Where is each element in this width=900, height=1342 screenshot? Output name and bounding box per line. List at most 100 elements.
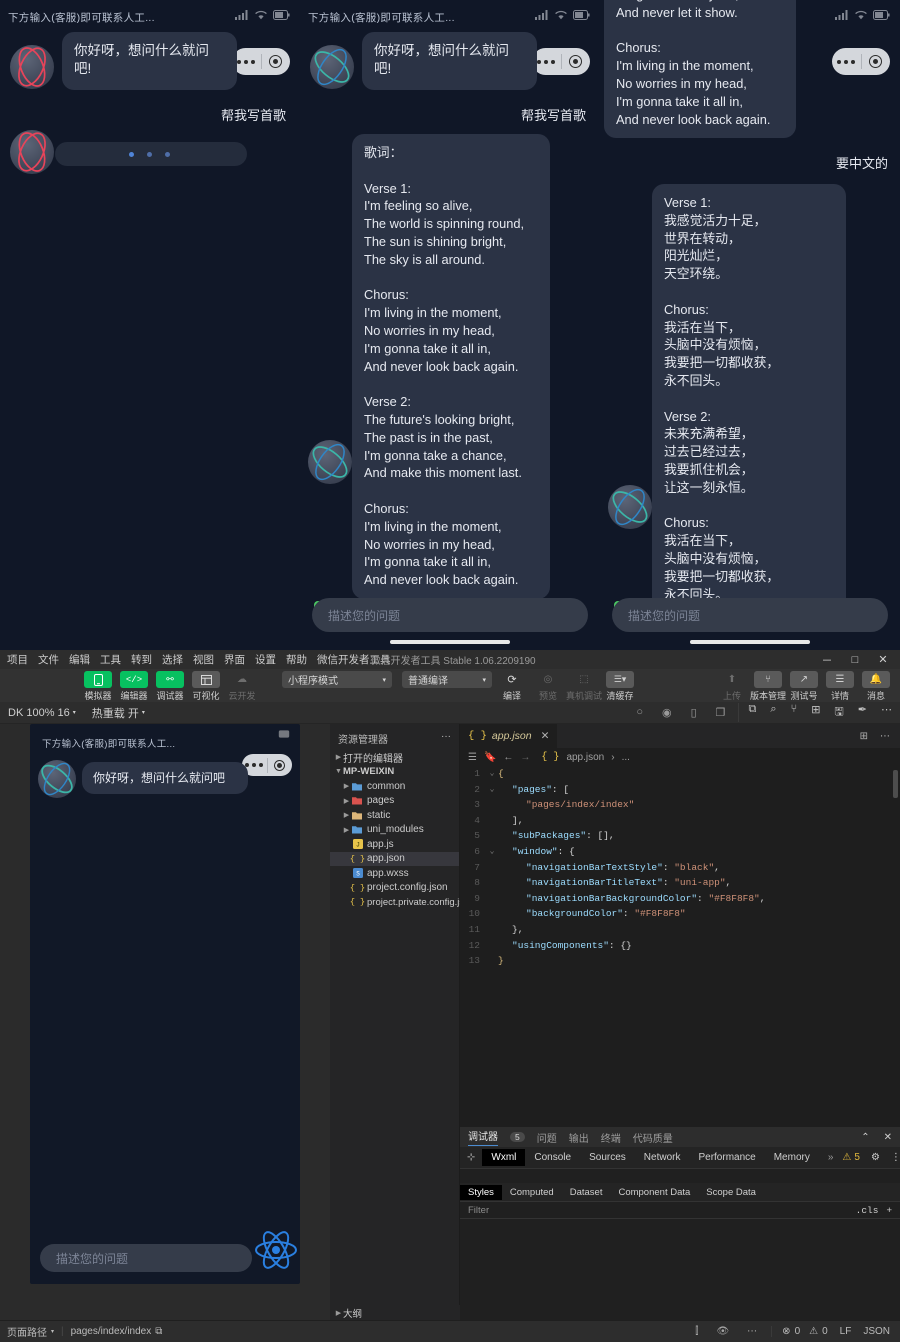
close-target-icon[interactable] — [562, 55, 591, 68]
simulator-screen[interactable]: 23:22 下方输入(客服)即可联系人工... 你好呀，想问什么就问吧 描述您的… — [30, 724, 300, 1284]
outline-section[interactable]: ▶ 大纲 — [330, 1305, 460, 1320]
menu-item-1[interactable]: 文件 — [38, 652, 59, 667]
menu-item-10[interactable]: 微信开发者工具 — [317, 652, 391, 667]
fold-toggle-icon[interactable]: ⌄ — [486, 766, 498, 782]
close-panel-icon[interactable]: ✕ — [884, 1132, 892, 1143]
explorer-icon[interactable]: ⧉ — [749, 703, 757, 722]
close-target-icon[interactable] — [262, 55, 291, 68]
panel-tab-output[interactable]: 输出 — [569, 1130, 589, 1145]
phone2-capsule-menu[interactable] — [532, 48, 590, 75]
toolbar-upload-button[interactable]: ⬆ 上传 — [716, 671, 748, 702]
file-item-pages[interactable]: ▶ pages — [330, 794, 459, 809]
panel-tab-problems[interactable]: 问题 — [537, 1130, 557, 1145]
toolbar-version-button[interactable]: ⑂ 版本管理 — [752, 671, 784, 702]
panel-tab-code-quality[interactable]: 代码质量 — [633, 1130, 673, 1145]
menu-item-0[interactable]: 项目 — [7, 652, 28, 667]
style-tab-dataset[interactable]: Dataset — [562, 1185, 611, 1200]
add-rule-button[interactable]: + — [886, 1205, 892, 1216]
devtools-tab-network[interactable]: Network — [635, 1149, 690, 1166]
toolbar-details-button[interactable]: ☰ 详情 — [824, 671, 856, 702]
devtools-more-icon[interactable]: ⋮ — [891, 1152, 900, 1163]
breadcrumb-file[interactable]: app.json — [566, 752, 604, 763]
eye-icon[interactable]: 👁 — [716, 1326, 729, 1337]
file-item-app-wxss[interactable]: S app.wxss — [330, 866, 459, 881]
device-rotate-icon[interactable]: ▯ — [691, 706, 697, 719]
toolbar-realdevice-button[interactable]: ⬚ 真机调试 — [568, 671, 600, 702]
toolbar-visual-button[interactable]: 可视化 — [190, 671, 222, 702]
file-item-project-config[interactable]: { } project.config.json — [330, 881, 459, 896]
file-item-app-js[interactable]: J app.js — [330, 837, 459, 852]
close-target-icon[interactable] — [268, 760, 293, 771]
code-content[interactable]: 1⌄{2⌄"pages": [3"pages/index/index"4],5"… — [460, 766, 900, 1179]
toolbar-preview-button[interactable]: ◎ 预览 — [532, 671, 564, 702]
copy-icon[interactable]: ⧉ — [155, 1326, 162, 1337]
fold-toggle-icon[interactable]: ⌄ — [486, 844, 498, 860]
style-tab-computed[interactable]: Computed — [502, 1185, 562, 1200]
warning-icon[interactable]: ⚠ — [809, 1326, 818, 1337]
menu-item-5[interactable]: 选择 — [162, 652, 183, 667]
menu-item-2[interactable]: 编辑 — [69, 652, 90, 667]
filter-input[interactable]: Filter — [468, 1205, 489, 1216]
phone3-input[interactable]: 描述您的问题 — [612, 598, 888, 632]
bookmark-icon[interactable]: 🔖 — [484, 752, 496, 763]
error-icon[interactable]: ⊗ — [782, 1326, 790, 1337]
editor-scrollbar[interactable] — [893, 770, 898, 798]
menu-item-4[interactable]: 转到 — [131, 652, 152, 667]
more-actions-icon[interactable]: ⋯ — [880, 731, 890, 742]
source-control-icon[interactable]: ⑂ — [791, 703, 798, 722]
devtools-tab-wxml[interactable]: Wxml — [482, 1149, 525, 1166]
phone3-capsule-menu[interactable] — [832, 48, 890, 75]
language-indicator[interactable]: JSON — [863, 1326, 890, 1337]
style-tab-component-data[interactable]: Component Data — [610, 1185, 698, 1200]
phone2-input[interactable]: 描述您的问题 — [312, 598, 588, 632]
collapse-panel-icon[interactable]: ⌃ — [861, 1132, 869, 1143]
page-path-selector[interactable]: 页面路径 ▾ — [0, 1324, 61, 1339]
eol-indicator[interactable]: LF — [840, 1326, 852, 1337]
save-icon[interactable]: 🖫 — [834, 703, 843, 722]
inspect-element-icon[interactable]: ⊹ — [460, 1152, 482, 1163]
minimize-button[interactable]: － — [814, 651, 840, 669]
toolbar-cloud-button[interactable]: ☁ 云开发 — [226, 671, 258, 702]
sim-capsule-menu[interactable] — [242, 754, 292, 776]
page-path-value-group[interactable]: pages/index/index ⧉ — [64, 1326, 170, 1337]
devtools-overflow-icon[interactable]: » — [819, 1149, 843, 1166]
phone1-capsule-menu[interactable] — [232, 48, 290, 75]
compile-select[interactable]: 普通编译 ▾ — [402, 671, 492, 688]
sim-input[interactable]: 描述您的问题 — [40, 1244, 252, 1272]
menu-item-7[interactable]: 界面 — [224, 652, 245, 667]
toolbar-message-button[interactable]: 🔔 消息 — [860, 671, 892, 702]
search-icon[interactable]: ⌕ — [770, 703, 776, 722]
close-icon[interactable]: ✕ — [541, 730, 550, 742]
toolbar-compile-button[interactable]: ⟳ 编译 — [496, 671, 528, 702]
explorer-section-root[interactable]: ▼ MP-WEIXIN — [330, 765, 459, 780]
more-icon[interactable]: ⋯ — [881, 703, 892, 722]
record-dot-icon[interactable]: ◉ — [662, 706, 672, 719]
brush-icon[interactable]: ✒ — [858, 703, 867, 722]
toolbar-editor-button[interactable]: </> 编辑器 — [118, 671, 150, 702]
file-item-static[interactable]: ▶ static — [330, 808, 459, 823]
menu-item-3[interactable]: 工具 — [100, 652, 121, 667]
explorer-section-open-editors[interactable]: ▶ 打开的编辑器 — [330, 750, 459, 765]
gear-icon[interactable]: ⚙ — [871, 1152, 880, 1163]
more-icon[interactable] — [832, 60, 861, 64]
style-tab-styles[interactable]: Styles — [460, 1185, 502, 1200]
devtools-tab-performance[interactable]: Performance — [689, 1149, 764, 1166]
toolbar-debugger-button[interactable]: ⚯ 调试器 — [154, 671, 186, 702]
file-item-uni-modules[interactable]: ▶ uni_modules — [330, 823, 459, 838]
fold-toggle-icon[interactable]: ⌄ — [486, 782, 498, 798]
menu-item-8[interactable]: 设置 — [255, 652, 276, 667]
more-icon[interactable]: ⋯ — [747, 1326, 757, 1337]
record-circle-icon[interactable]: ○ — [636, 706, 643, 719]
devtools-tab-console[interactable]: Console — [525, 1149, 580, 1166]
toolbar-clearcache-button[interactable]: ☰▾ 清缓存 — [604, 671, 636, 702]
menu-item-6[interactable]: 视图 — [193, 652, 214, 667]
devtools-tab-memory[interactable]: Memory — [765, 1149, 819, 1166]
hot-reload-select[interactable]: 热重载 开 ▾ — [84, 705, 153, 721]
back-icon[interactable]: ← — [503, 752, 513, 763]
toolbar-testid-button[interactable]: ↗ 测试号 — [788, 671, 820, 702]
extensions-icon[interactable]: ⊞ — [811, 703, 820, 722]
close-target-icon[interactable] — [862, 55, 891, 68]
split-editor-icon[interactable]: ⊞ — [860, 731, 868, 742]
panel-tab-terminal[interactable]: 终端 — [601, 1130, 621, 1145]
panel-tab-debugger[interactable]: 调试器 — [468, 1128, 498, 1146]
